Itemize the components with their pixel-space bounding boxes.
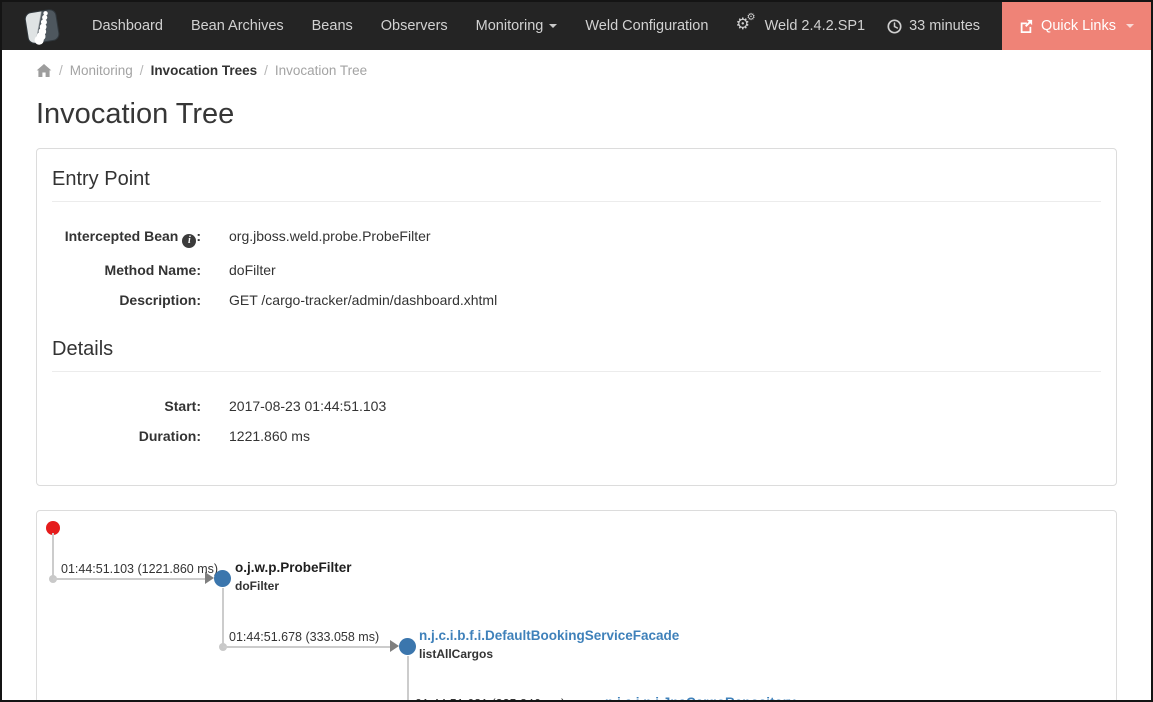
top-navbar: Dashboard Bean Archives Beans Observers … xyxy=(2,2,1151,50)
invocation-tree-panel: 01:44:51.103 (1221.860 ms) o.j.w.p.Probe… xyxy=(36,510,1117,702)
entry-point-heading: Entry Point xyxy=(52,164,1101,202)
nav-monitoring[interactable]: Monitoring xyxy=(462,2,572,50)
details-heading: Details xyxy=(52,334,1101,372)
weld-logo-icon xyxy=(22,6,62,46)
bean-node-circle[interactable] xyxy=(399,638,416,655)
field-intercepted-bean: Intercepted Bean org.jboss.weld.probe.Pr… xyxy=(52,228,1101,248)
tree-connector-line xyxy=(223,646,390,648)
field-method-name: Method Name doFilter xyxy=(52,262,1101,278)
clock-icon xyxy=(887,19,902,34)
field-label: Intercepted Bean xyxy=(52,228,201,248)
browser-viewport: Dashboard Bean Archives Beans Observers … xyxy=(0,0,1153,702)
chevron-down-icon xyxy=(549,24,557,28)
bean-node-circle[interactable] xyxy=(214,570,231,587)
uptime-label: 33 minutes xyxy=(909,18,980,34)
field-label: Start xyxy=(52,398,201,414)
invocation-time: 01:44:51.681 (325.846 ms) xyxy=(415,697,565,702)
field-value: 2017-08-23 01:44:51.103 xyxy=(229,398,386,414)
field-label: Description xyxy=(52,292,201,308)
bean-link[interactable]: n.j.c.i.p.j.JpaCargoRepository xyxy=(605,695,796,702)
bean-method: doFilter xyxy=(235,579,279,593)
field-start: Start 2017-08-23 01:44:51.103 xyxy=(52,398,1101,414)
tree-connector-line xyxy=(222,588,224,647)
invocation-tree-diagram: 01:44:51.103 (1221.860 ms) o.j.w.p.Probe… xyxy=(37,511,1116,702)
invocation-time: 01:44:51.678 (333.058 ms) xyxy=(229,630,379,644)
breadcrumb: / Monitoring / Invocation Trees / Invoca… xyxy=(36,63,1117,78)
page-title: Invocation Tree xyxy=(36,98,1117,131)
nav-dashboard[interactable]: Dashboard xyxy=(78,2,177,50)
breadcrumb-invocation-trees[interactable]: Invocation Trees xyxy=(151,63,258,78)
weld-version-status: ⚙⚙ Weld 2.4.2.SP1 xyxy=(736,2,866,50)
uptime-status: 33 minutes xyxy=(887,2,980,50)
tree-connector-line xyxy=(53,578,206,580)
home-icon[interactable] xyxy=(36,63,52,78)
field-label: Duration xyxy=(52,428,201,444)
field-label: Method Name xyxy=(52,262,201,278)
breadcrumb-monitoring[interactable]: Monitoring xyxy=(70,63,133,78)
quick-links-label: Quick Links xyxy=(1041,18,1116,34)
breadcrumb-invocation-tree: Invocation Tree xyxy=(275,63,367,78)
weld-logo[interactable] xyxy=(2,2,78,50)
field-description: Description GET /cargo-tracker/admin/das… xyxy=(52,292,1101,308)
info-icon[interactable] xyxy=(182,234,196,248)
breadcrumb-separator: / xyxy=(59,63,63,78)
nav-beans[interactable]: Beans xyxy=(298,2,367,50)
field-value: GET /cargo-tracker/admin/dashboard.xhtml xyxy=(229,292,497,308)
nav-weld-configuration[interactable]: Weld Configuration xyxy=(571,2,722,50)
navbar-right-group: ⚙⚙ Weld 2.4.2.SP1 33 minutes Quick Links xyxy=(736,2,1151,50)
tree-connector-line xyxy=(407,656,409,702)
field-value: 1221.860 ms xyxy=(229,428,310,444)
cogs-icon: ⚙⚙ xyxy=(736,16,758,36)
breadcrumb-separator: / xyxy=(140,63,144,78)
tree-connector-line xyxy=(52,533,54,579)
quick-links-button[interactable]: Quick Links xyxy=(1002,2,1151,50)
external-link-icon xyxy=(1019,19,1033,33)
bean-method: listAllCargos xyxy=(419,647,493,661)
entry-point-fields: Intercepted Bean org.jboss.weld.probe.Pr… xyxy=(52,202,1101,334)
nav-bean-archives[interactable]: Bean Archives xyxy=(177,2,298,50)
details-fields: Start 2017-08-23 01:44:51.103 Duration 1… xyxy=(52,372,1101,470)
bean-link[interactable]: n.j.c.i.b.f.i.DefaultBookingServiceFacad… xyxy=(419,628,679,643)
invocation-time: 01:44:51.103 (1221.860 ms) xyxy=(61,562,218,576)
field-duration: Duration 1221.860 ms xyxy=(52,428,1101,444)
chevron-down-icon xyxy=(1126,24,1134,28)
breadcrumb-separator: / xyxy=(264,63,268,78)
field-value: org.jboss.weld.probe.ProbeFilter xyxy=(229,228,431,244)
arrow-right-icon xyxy=(390,640,399,652)
main-nav: Dashboard Bean Archives Beans Observers … xyxy=(78,2,722,50)
weld-version-label: Weld 2.4.2.SP1 xyxy=(765,18,866,34)
entry-point-panel: Entry Point Intercepted Bean org.jboss.w… xyxy=(36,148,1117,486)
nav-observers[interactable]: Observers xyxy=(367,2,462,50)
field-value: doFilter xyxy=(229,262,276,278)
bean-name: o.j.w.p.ProbeFilter xyxy=(235,560,352,575)
